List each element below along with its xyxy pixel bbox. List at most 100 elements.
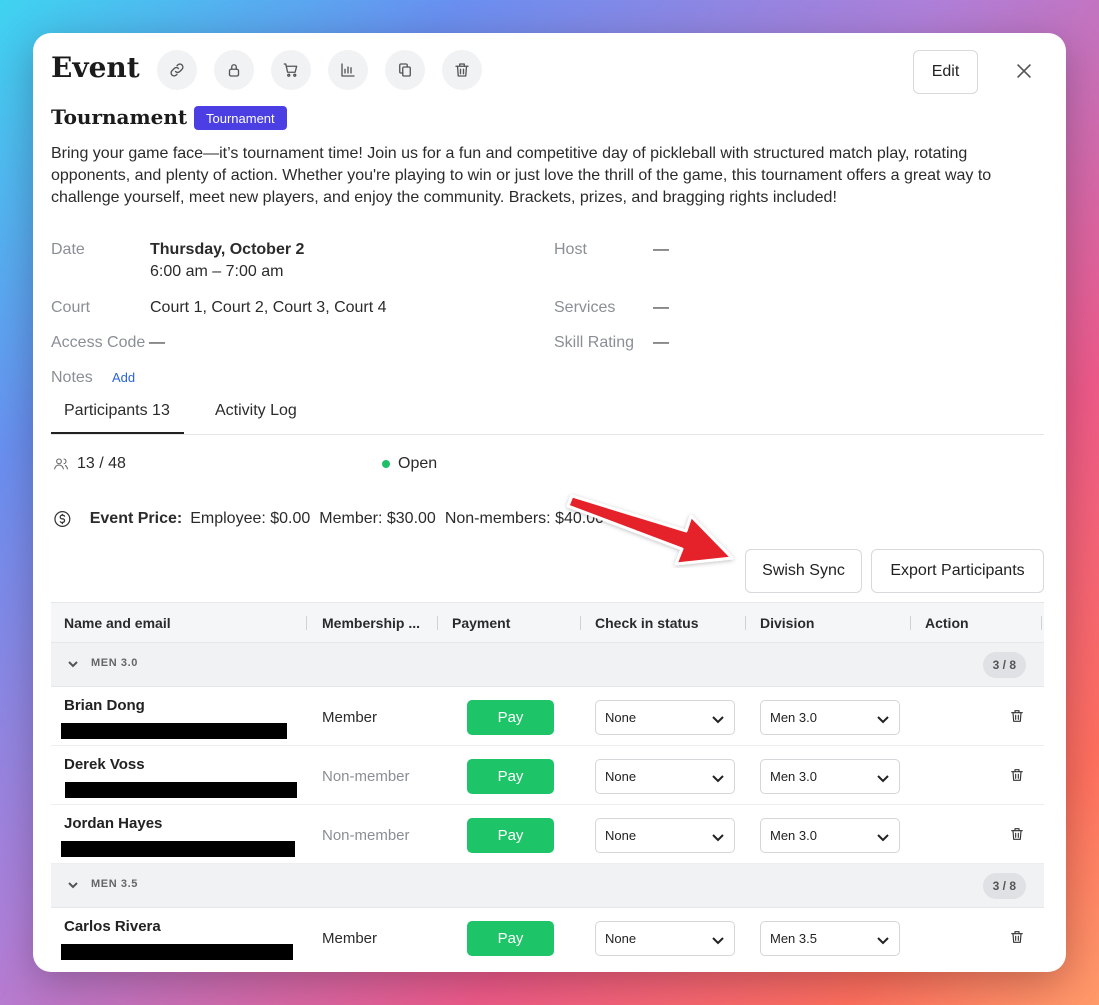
column-divider[interactable] [437,616,438,630]
access-code-value: — [149,334,165,351]
redacted-email [61,723,287,739]
col-checkin[interactable]: Check in status [595,615,698,631]
chevron-down-icon [877,716,889,724]
close-icon [1016,63,1032,79]
access-code-label: Access Code [51,334,146,351]
column-divider[interactable] [580,616,581,630]
lock-button[interactable] [214,50,254,90]
edit-button[interactable]: Edit [913,50,978,94]
pay-button[interactable]: Pay [467,759,554,794]
column-divider[interactable] [910,616,911,630]
registration-status: Open [382,455,437,473]
dollar-circle-icon [54,510,71,528]
remove-participant-button[interactable] [1009,708,1025,724]
chevron-down-icon [877,937,889,945]
chevron-down-icon[interactable] [67,657,79,669]
column-divider[interactable] [306,616,307,630]
status-dot-icon [382,460,390,468]
division-select[interactable]: Men 3.0 [760,759,900,794]
stats-button[interactable] [328,50,368,90]
modal-title: Event [51,51,140,84]
cart-button[interactable] [271,50,311,90]
participant-name: Carlos Rivera [64,918,161,935]
pay-button[interactable]: Pay [467,818,554,853]
membership-status: Member [322,930,378,947]
price-member: Member: $30.00 [319,510,436,527]
table-row: Derek Voss Non-member Pay None Men 3.0 [51,746,1044,805]
duplicate-button[interactable] [385,50,425,90]
checkin-select[interactable]: None [595,818,735,853]
division-select[interactable]: Men 3.0 [760,818,900,853]
tab-participants[interactable]: Participants 13 [64,402,170,420]
tab-bar: Participants 13 Activity Log [51,399,1044,435]
table-row: Brian Dong Member Pay None Men 3.0 [51,687,1044,746]
checkin-select[interactable]: None [595,700,735,735]
table-header: Name and email Membership ... Payment Ch… [51,602,1044,643]
remove-participant-button[interactable] [1009,929,1025,945]
event-price: Event Price: Employee: $0.00 Member: $30… [53,507,613,531]
group-count-badge: 3 / 8 [982,652,1026,678]
cart-icon [283,63,298,77]
trash-icon [1011,769,1023,781]
trash-icon [455,63,469,77]
link-button[interactable] [157,50,197,90]
chevron-down-icon [712,716,724,724]
event-modal: Event Edit Tournament Tournament Bring y… [33,33,1066,972]
close-button[interactable] [1013,60,1035,82]
host-label: Host [554,241,587,258]
users-icon [54,458,68,470]
division-value: Men 3.5 [770,931,817,946]
price-employee: Employee: $0.00 [190,510,311,527]
export-participants-button[interactable]: Export Participants [871,549,1044,593]
chevron-down-icon [712,775,724,783]
checkin-value: None [605,828,637,843]
annotation-arrow-icon [566,494,734,566]
membership-status: Non-member [322,827,410,844]
participant-name: Jordan Hayes [64,815,163,832]
swish-sync-button[interactable]: Swish Sync [745,549,862,593]
col-action[interactable]: Action [925,615,969,631]
division-select[interactable]: Men 3.5 [760,921,900,956]
division-value: Men 3.0 [770,710,817,725]
column-divider[interactable] [1041,616,1042,630]
membership-status: Member [322,709,378,726]
trash-icon [1011,931,1023,943]
tab-activity-log[interactable]: Activity Log [215,402,297,420]
redacted-email [65,782,297,798]
skill-rating-label: Skill Rating [554,334,635,351]
checkin-select[interactable]: None [595,759,735,794]
table-row: Jordan Hayes Non-member Pay None Men 3.0 [51,805,1044,864]
division-group-header[interactable]: MEN 3.5 3 / 8 [51,864,1044,908]
col-payment[interactable]: Payment [452,615,510,631]
date-value: Thursday, October 2 [150,241,305,258]
redacted-email [61,944,293,960]
participant-name: Derek Voss [64,756,145,773]
delete-event-button[interactable] [442,50,482,90]
remove-participant-button[interactable] [1009,826,1025,842]
chevron-down-icon [877,834,889,842]
capacity-value: 13 / 48 [77,455,126,472]
column-divider[interactable] [745,616,746,630]
chevron-down-icon[interactable] [67,878,79,890]
col-name-email[interactable]: Name and email [64,615,171,631]
chevron-down-icon [877,775,889,783]
division-value: Men 3.0 [770,828,817,843]
membership-status: Non-member [322,768,410,785]
col-membership[interactable]: Membership ... [322,615,420,631]
col-division[interactable]: Division [760,615,814,631]
chevron-down-icon [712,834,724,842]
pay-button[interactable]: Pay [467,700,554,735]
event-name: Tournament [51,105,188,129]
checkin-value: None [605,769,637,784]
checkin-select[interactable]: None [595,921,735,956]
division-select[interactable]: Men 3.0 [760,700,900,735]
add-notes-link[interactable]: Add [112,370,135,385]
division-group-header[interactable]: MEN 3.0 3 / 8 [51,643,1044,687]
lock-icon [228,64,240,77]
checkin-value: None [605,710,637,725]
remove-participant-button[interactable] [1009,767,1025,783]
event-description: Bring your game face—it’s tournament tim… [51,145,992,206]
active-tab-indicator [51,432,184,434]
pay-button[interactable]: Pay [467,921,554,956]
trash-icon [1011,828,1023,840]
